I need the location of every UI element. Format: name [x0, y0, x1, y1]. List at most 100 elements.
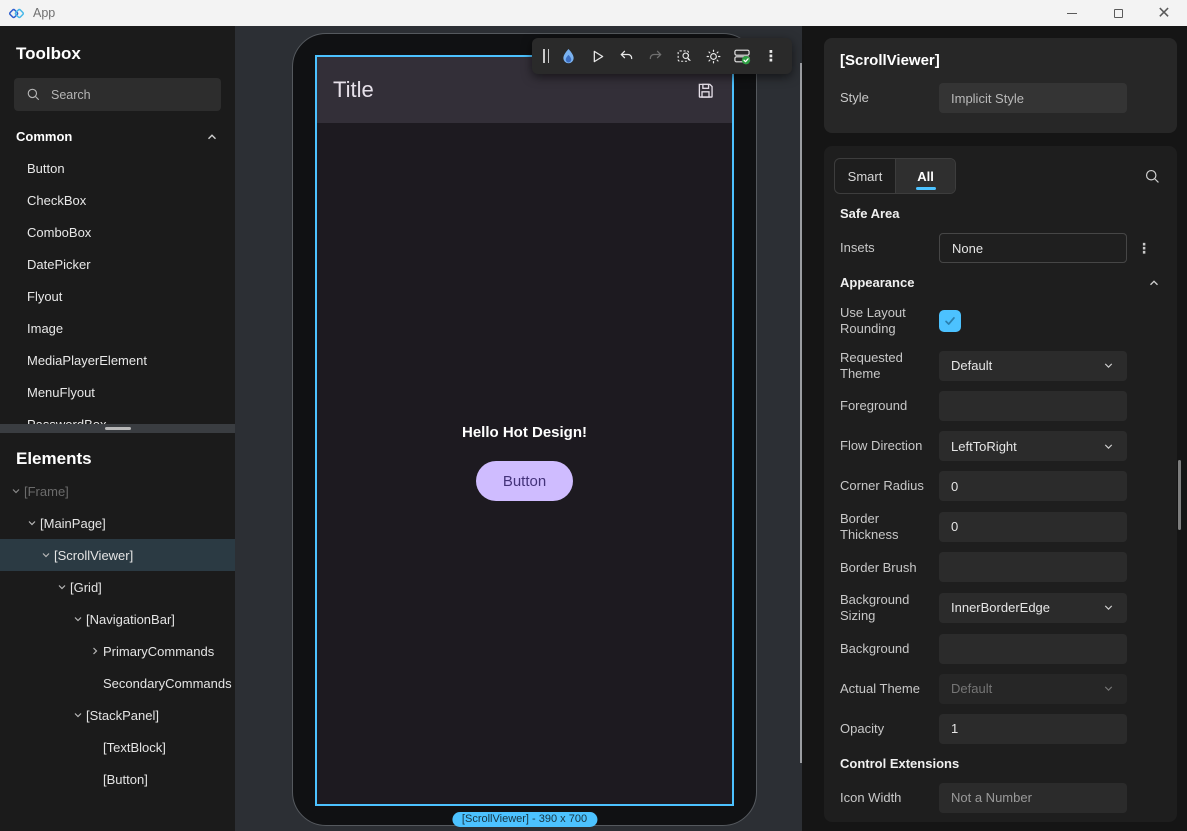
panel-resize-handle[interactable] [0, 424, 235, 433]
toolbox-item-flyout[interactable]: Flyout [0, 280, 235, 312]
style-label: Style [840, 90, 939, 106]
chevron-right-icon[interactable] [87, 645, 103, 657]
tree-item-frame[interactable]: [Frame] [0, 475, 235, 507]
connection-status-icon[interactable] [732, 46, 752, 66]
minimize-button[interactable] [1049, 0, 1095, 26]
chevron-down-icon[interactable] [70, 613, 86, 625]
background-sizing-dropdown[interactable]: InnerBorderEdge [939, 593, 1127, 623]
chevron-down-icon[interactable] [54, 581, 70, 593]
insets-more-icon[interactable]: ⋮ [1137, 240, 1151, 257]
toolbox-title: Toolbox [16, 44, 235, 64]
theme-toggle-sun-icon[interactable] [703, 46, 723, 66]
undo-icon[interactable] [616, 46, 636, 66]
border-thickness-input[interactable]: 0 [939, 512, 1127, 542]
tree-item-navigationbar[interactable]: [NavigationBar] [0, 603, 235, 635]
toolbox-item-combobox[interactable]: ComboBox [0, 216, 235, 248]
tree-item-scrollviewer[interactable]: [ScrollViewer] [0, 539, 235, 571]
search-placeholder: Search [51, 88, 91, 102]
hot-design-flame-icon[interactable] [558, 46, 578, 66]
selected-element-title: [ScrollViewer] [840, 52, 1161, 69]
property-row-insets: Insets None ⋮ [840, 233, 1161, 263]
elements-panel: Elements [Frame] [MainPage] [ScrollViewe… [0, 433, 235, 831]
chevron-down-icon[interactable] [24, 517, 40, 529]
app-logo-icon [8, 5, 25, 22]
insets-input[interactable]: None [939, 233, 1127, 263]
chevron-down-icon [1102, 359, 1115, 372]
property-tabs: Smart All [834, 158, 956, 194]
close-button[interactable]: ✕ [1141, 0, 1187, 26]
property-row-flow-direction: Flow Direction LeftToRight [840, 431, 1161, 461]
actual-theme-dropdown: Default [939, 674, 1127, 704]
chevron-down-icon[interactable] [38, 549, 54, 561]
property-row-corner-radius: Corner Radius 0 [840, 471, 1161, 501]
toolbox-item-mediaplayerelement[interactable]: MediaPlayerElement [0, 344, 235, 376]
toolbox-item-checkbox[interactable]: CheckBox [0, 184, 235, 216]
toolbox-item-menuflyout[interactable]: MenuFlyout [0, 376, 235, 408]
properties-card: Smart All Safe Area Insets None ⋮ Appear… [824, 146, 1177, 822]
tree-item-button[interactable]: [Button] [0, 763, 235, 795]
tab-smart[interactable]: Smart [835, 159, 895, 193]
toolbox-item-datepicker[interactable]: DatePicker [0, 248, 235, 280]
section-safe-area: Safe Area [840, 206, 1161, 221]
tree-item-grid[interactable]: [Grid] [0, 571, 235, 603]
device-button[interactable]: Button [476, 461, 573, 501]
property-search-icon[interactable] [1144, 168, 1161, 185]
chevron-down-icon [1102, 601, 1115, 614]
chevron-down-icon[interactable] [8, 485, 24, 497]
tree-item-secondarycommands[interactable]: SecondaryCommands [0, 667, 235, 699]
save-icon[interactable] [695, 80, 716, 101]
property-row-border-thickness: Border Thickness 0 [840, 511, 1161, 542]
hello-textblock: Hello Hot Design! [462, 424, 587, 441]
border-brush-input[interactable] [939, 552, 1127, 582]
toolbox-item-image[interactable]: Image [0, 312, 235, 344]
selection-size-badge: [ScrollViewer] - 390 x 700 [452, 812, 597, 827]
tree-item-primarycommands[interactable]: PrimaryCommands [0, 635, 235, 667]
style-input[interactable]: Implicit Style [939, 83, 1127, 113]
flow-direction-dropdown[interactable]: LeftToRight [939, 431, 1127, 461]
tab-all[interactable]: All [895, 159, 955, 193]
toolbox-item-passwordbox[interactable]: PasswordBox [0, 408, 235, 424]
chevron-up-icon [205, 130, 219, 144]
device-page-body: Hello Hot Design! Button [317, 123, 732, 501]
redo-icon[interactable] [645, 46, 665, 66]
window-title: App [33, 6, 55, 20]
elements-title: Elements [16, 449, 235, 469]
chevron-down-icon [1102, 682, 1115, 695]
use-layout-rounding-checkbox[interactable] [939, 310, 961, 332]
drag-handle-icon[interactable] [543, 49, 549, 63]
icon-width-input[interactable]: Not a Number [939, 783, 1127, 813]
tree-item-textblock[interactable]: [TextBlock] [0, 731, 235, 763]
chevron-down-icon [1102, 440, 1115, 453]
design-canvas[interactable]: Title Hello Hot Design! Button [ScrollVi… [235, 26, 802, 831]
background-input[interactable] [939, 634, 1127, 664]
section-appearance[interactable]: Appearance [840, 275, 1161, 290]
property-row-use-layout-rounding: Use Layout Rounding [840, 302, 1161, 340]
play-icon[interactable] [587, 46, 607, 66]
tree-item-mainpage[interactable]: [MainPage] [0, 507, 235, 539]
chevron-up-icon[interactable] [1147, 276, 1161, 290]
section-control-extensions: Control Extensions [840, 756, 1161, 771]
check-icon [943, 314, 957, 328]
chevron-down-icon[interactable] [70, 709, 86, 721]
tree-item-stackpanel[interactable]: [StackPanel] [0, 699, 235, 731]
toolbox-search-input[interactable]: Search [14, 78, 221, 111]
inspector-scrollbar[interactable] [1178, 460, 1181, 530]
property-row-border-brush: Border Brush [840, 552, 1161, 582]
property-row-background: Background [840, 634, 1161, 664]
foreground-input[interactable] [939, 391, 1127, 421]
maximize-button[interactable] [1095, 0, 1141, 26]
window-titlebar: App ✕ [0, 0, 1187, 26]
device-screen[interactable]: Title Hello Hot Design! Button [315, 55, 734, 806]
properties-panel: [ScrollViewer] Style Implicit Style Smar… [802, 26, 1187, 831]
property-row-background-sizing: Background Sizing InnerBorderEdge [840, 592, 1161, 623]
toolbox-section-common[interactable]: Common [0, 129, 235, 144]
element-picker-icon[interactable] [674, 46, 694, 66]
property-row-actual-theme: Actual Theme Default [840, 674, 1161, 704]
opacity-input[interactable]: 1 [939, 714, 1127, 744]
design-toolbar: ⋮ [532, 38, 792, 74]
toolbox-item-button[interactable]: Button [0, 152, 235, 184]
corner-radius-input[interactable]: 0 [939, 471, 1127, 501]
left-sidebar: Toolbox Search Common Button CheckBox Co… [0, 26, 235, 831]
more-options-icon[interactable]: ⋮ [761, 46, 781, 66]
requested-theme-dropdown[interactable]: Default [939, 351, 1127, 381]
